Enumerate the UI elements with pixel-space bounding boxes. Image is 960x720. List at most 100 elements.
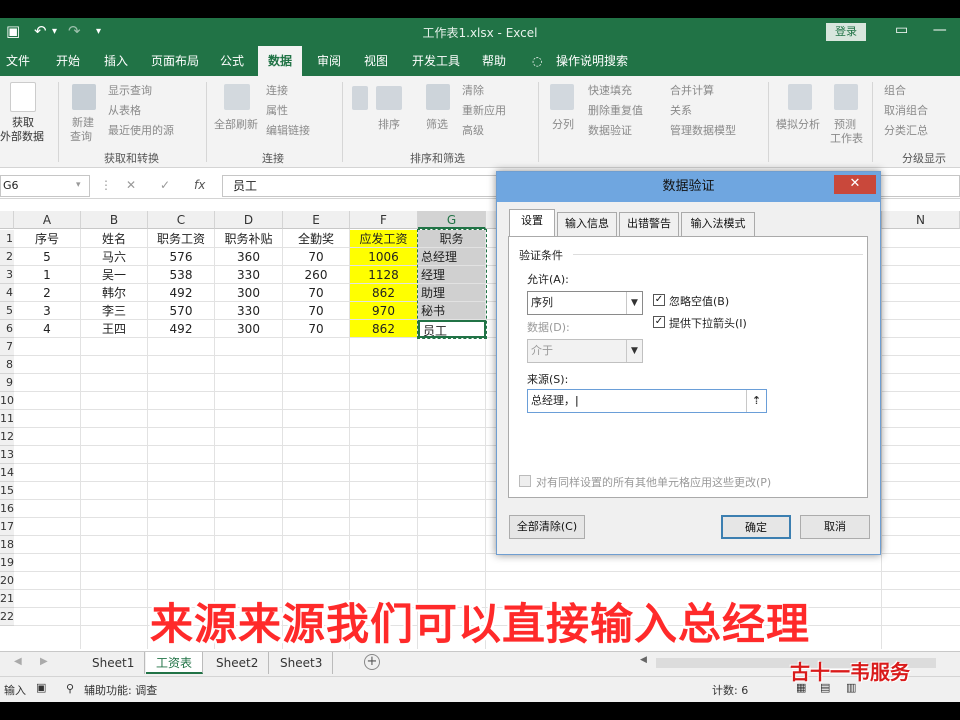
cancel-entry-icon[interactable]: ✕	[126, 178, 136, 192]
cell-d1[interactable]: 职务补贴	[215, 230, 283, 248]
sheet-tab[interactable]: Sheet3	[270, 652, 334, 674]
ungroup-button[interactable]: 取消组合	[884, 102, 928, 118]
flash-fill-button[interactable]: 快速填充	[588, 82, 632, 98]
column-header[interactable]: C	[148, 211, 215, 229]
reapply-button[interactable]: 重新应用	[462, 102, 506, 118]
cell-a1[interactable]: 序号	[14, 230, 81, 248]
cell-e1[interactable]: 全勤奖	[283, 230, 350, 248]
row-header[interactable]: 6	[0, 320, 14, 338]
clear-all-button[interactable]: 全部清除(C)	[509, 515, 585, 539]
cell-c1[interactable]: 职务工资	[148, 230, 215, 248]
tab-formulas[interactable]: 公式	[220, 46, 244, 76]
table-cell[interactable]: 王四	[81, 320, 148, 338]
sort-button[interactable]: 排序	[378, 116, 400, 132]
column-header[interactable]: G	[418, 211, 486, 229]
forecast-sheet-label[interactable]: 工作表	[830, 130, 863, 146]
connections-button[interactable]: 连接	[266, 82, 288, 98]
table-cell[interactable]: 70	[283, 320, 350, 338]
row-header[interactable]: 20	[0, 572, 14, 590]
row-header[interactable]: 1	[0, 230, 14, 248]
sort-az-icon[interactable]	[352, 86, 368, 110]
next-sheet-icon[interactable]: ▶	[40, 656, 48, 667]
source-input[interactable]: 总经理，| ⇡	[527, 389, 767, 413]
table-cell[interactable]: 马六	[81, 248, 148, 266]
row-header[interactable]: 16	[0, 500, 14, 518]
row-header[interactable]: 10	[0, 392, 14, 410]
tab-data[interactable]: 数据	[258, 46, 303, 76]
table-cell[interactable]: 300	[215, 284, 283, 302]
column-header[interactable]: A	[14, 211, 81, 229]
row-header[interactable]: 2	[0, 248, 14, 266]
get-data-label[interactable]: 外部数据	[0, 128, 44, 144]
row-header[interactable]: 4	[0, 284, 14, 302]
tab-file[interactable]: 文件	[6, 46, 30, 76]
table-cell[interactable]: 330	[215, 302, 283, 320]
table-cell[interactable]: 经理	[418, 266, 486, 284]
tab-view[interactable]: 视图	[364, 46, 388, 76]
ribbon-options-icon[interactable]: ▭	[895, 22, 908, 38]
table-cell[interactable]: 70	[283, 248, 350, 266]
add-sheet-icon[interactable]: +	[364, 654, 380, 670]
confirm-entry-icon[interactable]: ✓	[160, 178, 170, 192]
in-cell-dropdown-checkbox[interactable]: ✓	[653, 316, 665, 328]
ignore-blank-label[interactable]: 忽略空值(B)	[669, 293, 729, 309]
tab-help[interactable]: 帮助	[482, 46, 506, 76]
clear-button[interactable]: 清除	[462, 82, 484, 98]
subtotal-button[interactable]: 分类汇总	[884, 122, 928, 138]
ignore-blank-checkbox[interactable]: ✓	[653, 294, 665, 306]
table-cell[interactable]: 330	[215, 266, 283, 284]
tell-me-search[interactable]: 操作说明搜索	[556, 46, 628, 76]
table-cell[interactable]: 492	[148, 320, 215, 338]
table-cell[interactable]: 1006	[350, 248, 418, 266]
what-if-button[interactable]: 模拟分析	[776, 116, 820, 132]
from-table-button[interactable]: 从表格	[108, 102, 141, 118]
table-cell[interactable]: 70	[283, 284, 350, 302]
table-cell[interactable]: 576	[148, 248, 215, 266]
filter-button[interactable]: 筛选	[426, 116, 448, 132]
relationships-button[interactable]: 关系	[670, 102, 692, 118]
table-cell[interactable]: 韩尔	[81, 284, 148, 302]
table-cell[interactable]: 260	[283, 266, 350, 284]
text-to-columns-button[interactable]: 分列	[552, 116, 574, 132]
row-header[interactable]: 3	[0, 266, 14, 284]
table-cell[interactable]: 300	[215, 320, 283, 338]
cancel-button[interactable]: 取消	[800, 515, 870, 539]
properties-button[interactable]: 属性	[266, 102, 288, 118]
table-cell[interactable]: 秘书	[418, 302, 486, 320]
group-button[interactable]: 组合	[884, 82, 906, 98]
manage-data-model-button[interactable]: 管理数据模型	[670, 122, 736, 138]
column-header[interactable]: N	[882, 211, 960, 229]
edit-links-button[interactable]: 编辑链接	[266, 122, 310, 138]
cell-b1[interactable]: 姓名	[81, 230, 148, 248]
table-cell[interactable]: 538	[148, 266, 215, 284]
table-cell[interactable]: 4	[14, 320, 81, 338]
table-cell[interactable]: 李三	[81, 302, 148, 320]
table-cell[interactable]: 570	[148, 302, 215, 320]
collapse-dialog-icon[interactable]: ⇡	[746, 390, 766, 412]
apply-all-checkbox[interactable]	[519, 475, 531, 487]
row-header[interactable]: 18	[0, 536, 14, 554]
prev-sheet-icon[interactable]: ◀	[14, 656, 22, 667]
table-cell[interactable]: 1128	[350, 266, 418, 284]
tab-insert[interactable]: 插入	[104, 46, 128, 76]
refresh-all-button[interactable]: 全部刷新	[214, 116, 258, 132]
table-cell[interactable]: 862	[350, 284, 418, 302]
accessibility-status[interactable]: 辅助功能: 调查	[84, 682, 157, 698]
sheet-tab-active[interactable]: 工资表	[146, 652, 204, 674]
advanced-button[interactable]: 高级	[462, 122, 484, 138]
macro-record-icon[interactable]: ▣	[36, 681, 46, 694]
name-box-dropdown-icon[interactable]: ▾	[76, 180, 81, 190]
active-cell-g6[interactable]: 员工	[418, 320, 486, 338]
table-cell[interactable]: 3	[14, 302, 81, 320]
new-query-label[interactable]: 查询	[70, 128, 92, 144]
apply-all-label[interactable]: 对有同样设置的所有其他单元格应用这些更改(P)	[536, 474, 771, 490]
insert-function-icon[interactable]: fx	[194, 178, 205, 192]
row-header[interactable]: 8	[0, 356, 14, 374]
in-cell-dropdown-label[interactable]: 提供下拉箭头(I)	[669, 315, 747, 331]
cell-f1[interactable]: 应发工资	[350, 230, 418, 248]
sheet-tab[interactable]: Sheet2	[206, 652, 270, 674]
table-cell[interactable]: 1	[14, 266, 81, 284]
table-cell[interactable]: 970	[350, 302, 418, 320]
row-header[interactable]: 12	[0, 428, 14, 446]
minimize-icon[interactable]: —	[933, 22, 947, 38]
